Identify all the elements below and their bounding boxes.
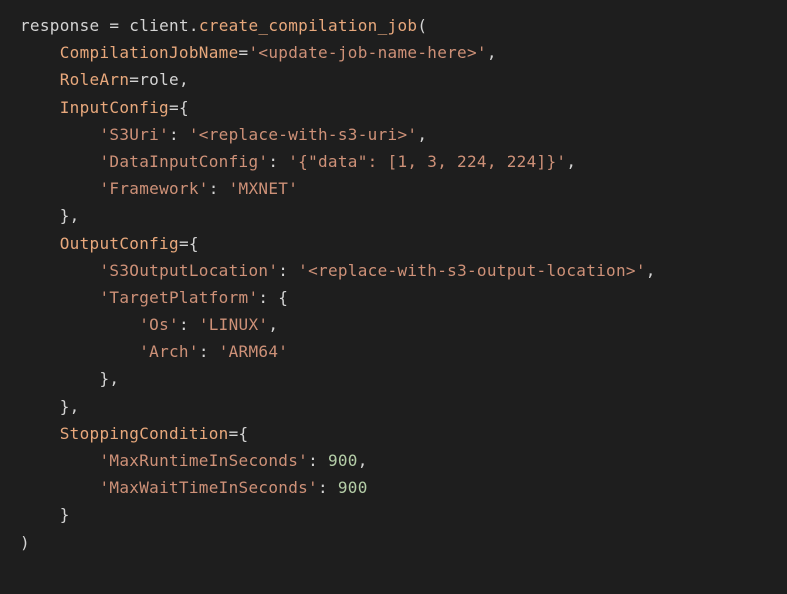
- indent-guide: [20, 505, 60, 524]
- code-line: OutputConfig={: [20, 230, 767, 257]
- colon: :: [199, 342, 219, 361]
- variable: response: [20, 16, 109, 35]
- brace-open: {: [189, 234, 199, 253]
- code-line: 'Os': 'LINUX',: [20, 311, 767, 338]
- paren-close: ): [20, 533, 30, 552]
- string-value: '<replace-with-s3-uri>': [189, 125, 417, 144]
- code-line: RoleArn=role,: [20, 66, 767, 93]
- comma: ,: [646, 261, 656, 280]
- colon: :: [268, 152, 288, 171]
- brace-open: {: [179, 98, 189, 117]
- code-line: 'TargetPlatform': {: [20, 284, 767, 311]
- comma: ,: [358, 451, 368, 470]
- comma: ,: [179, 70, 189, 89]
- string-value: 'MXNET': [229, 179, 299, 198]
- comma: ,: [566, 152, 576, 171]
- dict-key: 'S3OutputLocation': [99, 261, 278, 280]
- code-line: InputConfig={: [20, 94, 767, 121]
- code-line: 'Arch': 'ARM64': [20, 338, 767, 365]
- operator: =: [169, 98, 179, 117]
- code-line: 'DataInputConfig': '{"data": [1, 3, 224,…: [20, 148, 767, 175]
- variable: role: [139, 70, 179, 89]
- colon: :: [169, 125, 189, 144]
- comma: ,: [417, 125, 427, 144]
- colon: :: [258, 288, 278, 307]
- indent-guide: [20, 478, 99, 497]
- dict-key: 'MaxRuntimeInSeconds': [99, 451, 308, 470]
- code-line: 'S3Uri': '<replace-with-s3-uri>',: [20, 121, 767, 148]
- indent-guide: [20, 342, 139, 361]
- indent-guide: [20, 179, 99, 198]
- object: client: [129, 16, 189, 35]
- brace-open: {: [239, 424, 249, 443]
- indent-guide: [20, 70, 60, 89]
- code-line: 'MaxRuntimeInSeconds': 900,: [20, 447, 767, 474]
- string-value: 'ARM64': [219, 342, 289, 361]
- indent-guide: [20, 369, 99, 388]
- brace-open: {: [278, 288, 288, 307]
- code-line: StoppingCondition={: [20, 420, 767, 447]
- param-name: InputConfig: [60, 98, 169, 117]
- operator: =: [239, 43, 249, 62]
- indent-guide: [20, 424, 60, 443]
- param-name: RoleArn: [60, 70, 130, 89]
- string-value: 'LINUX': [199, 315, 269, 334]
- code-line: 'MaxWaitTimeInSeconds': 900: [20, 474, 767, 501]
- param-name: StoppingCondition: [60, 424, 229, 443]
- code-line: CompilationJobName='<update-job-name-her…: [20, 39, 767, 66]
- dict-key: 'Os': [139, 315, 179, 334]
- indent-guide: [20, 43, 60, 62]
- number-value: 900: [328, 451, 358, 470]
- param-name: OutputConfig: [60, 234, 179, 253]
- operator: =: [229, 424, 239, 443]
- colon: :: [278, 261, 298, 280]
- indent-guide: [20, 261, 99, 280]
- colon: :: [318, 478, 338, 497]
- code-line: ): [20, 529, 767, 556]
- indent-guide: [20, 234, 60, 253]
- code-line: },: [20, 365, 767, 392]
- dict-key: 'MaxWaitTimeInSeconds': [99, 478, 318, 497]
- code-line: response = client.create_compilation_job…: [20, 12, 767, 39]
- code-line: 'Framework': 'MXNET': [20, 175, 767, 202]
- dict-key: 'Arch': [139, 342, 199, 361]
- brace-close: },: [60, 206, 80, 225]
- code-line: 'S3OutputLocation': '<replace-with-s3-ou…: [20, 257, 767, 284]
- brace-close: },: [60, 397, 80, 416]
- comma: ,: [268, 315, 278, 334]
- colon: :: [209, 179, 229, 198]
- dot: .: [189, 16, 199, 35]
- dict-key: 'S3Uri': [99, 125, 169, 144]
- colon: :: [179, 315, 199, 334]
- string-value: '{"data": [1, 3, 224, 224]}': [288, 152, 566, 171]
- colon: :: [308, 451, 328, 470]
- function-name: create_compilation_job: [199, 16, 418, 35]
- dict-key: 'TargetPlatform': [99, 288, 258, 307]
- code-line: },: [20, 393, 767, 420]
- param-name: CompilationJobName: [60, 43, 239, 62]
- indent-guide: [20, 315, 139, 334]
- operator: =: [179, 234, 189, 253]
- code-block: response = client.create_compilation_job…: [20, 12, 767, 556]
- code-line: }: [20, 501, 767, 528]
- indent-guide: [20, 397, 60, 416]
- indent-guide: [20, 152, 99, 171]
- indent-guide: [20, 451, 99, 470]
- indent-guide: [20, 125, 99, 144]
- string-value: '<replace-with-s3-output-location>': [298, 261, 646, 280]
- dict-key: 'Framework': [99, 179, 208, 198]
- operator: =: [129, 70, 139, 89]
- number-value: 900: [338, 478, 368, 497]
- dict-key: 'DataInputConfig': [99, 152, 268, 171]
- brace-close: },: [99, 369, 119, 388]
- brace-close: }: [60, 505, 70, 524]
- indent-guide: [20, 288, 99, 307]
- indent-guide: [20, 206, 60, 225]
- indent-guide: [20, 98, 60, 117]
- string-value: '<update-job-name-here>': [248, 43, 486, 62]
- comma: ,: [487, 43, 497, 62]
- operator: =: [109, 16, 129, 35]
- code-line: },: [20, 202, 767, 229]
- paren-open: (: [417, 16, 427, 35]
